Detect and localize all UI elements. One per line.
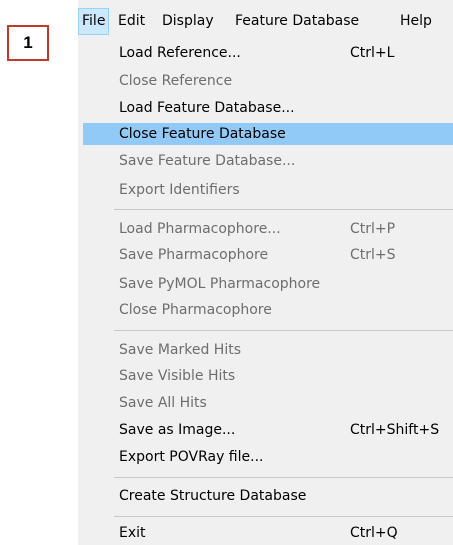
menu-item-create-structure-database[interactable]: Create Structure Database — [83, 485, 453, 507]
menu-item-load-pharmacophore: Load Pharmacophore... Ctrl+P — [83, 218, 453, 240]
menu-item-close-pharmacophore: Close Pharmacophore — [83, 299, 453, 321]
menu-item-shortcut: Ctrl+Shift+S — [350, 422, 440, 438]
menu-item-label: Exit — [119, 525, 146, 541]
menu-help[interactable]: Help — [400, 8, 432, 35]
menu-item-label: Save Marked Hits — [119, 342, 241, 358]
menu-item-close-feature-database[interactable]: Close Feature Database — [83, 123, 453, 145]
menu-item-save-as-image[interactable]: Save as Image... Ctrl+Shift+S — [83, 419, 453, 441]
menu-item-label: Create Structure Database — [119, 488, 307, 504]
menu-item-shortcut: Ctrl+Q — [350, 525, 398, 541]
menu-item-save-pymol-pharmacophore: Save PyMOL Pharmacophore — [83, 273, 453, 295]
menu-item-label: Export Identifiers — [119, 182, 240, 198]
menu-item-export-identifiers: Export Identifiers — [83, 179, 453, 201]
menu-item-load-reference[interactable]: Load Reference... Ctrl+L — [83, 42, 453, 64]
menu-item-label: Close Reference — [119, 73, 233, 89]
menu-separator — [114, 330, 453, 331]
menu-separator — [114, 209, 453, 210]
menu-item-label: Load Reference... — [119, 45, 241, 61]
menu-item-label: Save All Hits — [119, 395, 207, 411]
menu-item-save-all-hits: Save All Hits — [83, 392, 453, 414]
menu-item-label: Close Feature Database — [119, 126, 286, 142]
menu-display[interactable]: Display — [162, 8, 214, 35]
menu-item-save-feature-database: Save Feature Database... — [83, 150, 453, 172]
menu-item-save-pharmacophore: Save Pharmacophore Ctrl+S — [83, 244, 453, 266]
menu-item-shortcut: Ctrl+L — [350, 45, 395, 61]
menu-item-label: Save PyMOL Pharmacophore — [119, 276, 321, 292]
menu-item-export-povray[interactable]: Export POVRay file... — [83, 446, 453, 468]
menu-item-label: Load Feature Database... — [119, 100, 295, 116]
menu-item-label: Export POVRay file... — [119, 449, 264, 465]
menu-window: File Edit Display Feature Database Help … — [78, 0, 453, 545]
menu-item-label: Save as Image... — [119, 422, 236, 438]
menu-item-label: Save Pharmacophore — [119, 247, 269, 263]
menu-item-label: Save Feature Database... — [119, 153, 296, 169]
menu-edit[interactable]: Edit — [118, 8, 145, 35]
menu-item-shortcut: Ctrl+S — [350, 247, 396, 263]
menu-item-save-marked-hits: Save Marked Hits — [83, 339, 453, 361]
menu-feature-database[interactable]: Feature Database — [235, 8, 359, 35]
menu-item-close-reference: Close Reference — [83, 70, 453, 92]
menu-item-label: Save Visible Hits — [119, 368, 236, 384]
file-menu-dropdown: Load Reference... Ctrl+L Close Reference… — [78, 35, 453, 545]
menu-item-exit[interactable]: Exit Ctrl+Q — [83, 522, 453, 544]
menu-separator — [114, 477, 453, 478]
step-number-badge: 1 — [7, 25, 49, 61]
menu-separator — [114, 516, 453, 517]
menu-item-load-feature-database[interactable]: Load Feature Database... — [83, 97, 453, 119]
menu-item-label: Close Pharmacophore — [119, 302, 272, 318]
menu-file[interactable]: File — [78, 8, 110, 35]
menu-item-label: Load Pharmacophore... — [119, 221, 281, 237]
menu-bar: File Edit Display Feature Database Help — [78, 0, 453, 35]
menu-item-save-visible-hits: Save Visible Hits — [83, 365, 453, 387]
menu-item-shortcut: Ctrl+P — [350, 221, 396, 237]
